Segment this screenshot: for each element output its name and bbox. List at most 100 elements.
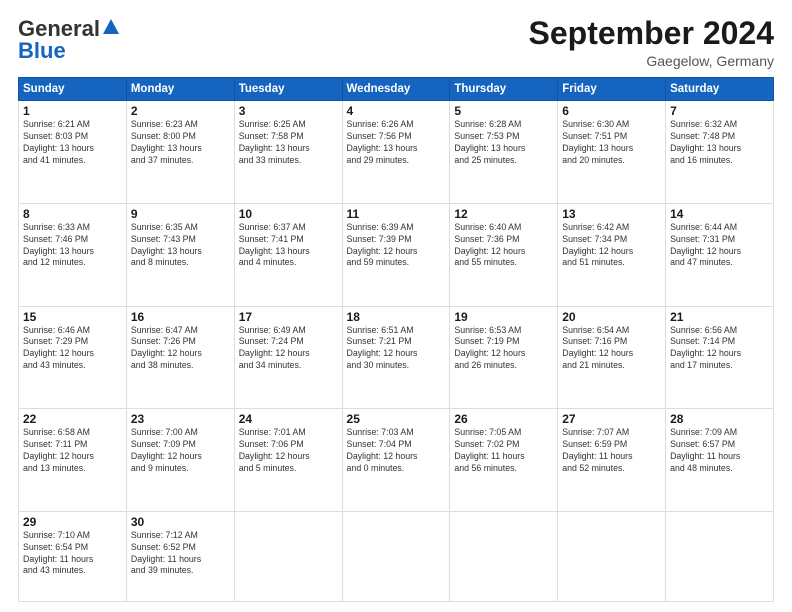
cell-info: Sunrise: 6:54 AMSunset: 7:16 PMDaylight:… <box>562 325 661 373</box>
day-number: 22 <box>23 412 122 426</box>
calendar-cell: 14Sunrise: 6:44 AMSunset: 7:31 PMDayligh… <box>666 203 774 306</box>
calendar-week-row: 8Sunrise: 6:33 AMSunset: 7:46 PMDaylight… <box>19 203 774 306</box>
cell-info: Sunrise: 7:00 AMSunset: 7:09 PMDaylight:… <box>131 427 230 475</box>
calendar-cell: 4Sunrise: 6:26 AMSunset: 7:56 PMDaylight… <box>342 101 450 204</box>
cell-info: Sunrise: 6:23 AMSunset: 8:00 PMDaylight:… <box>131 119 230 167</box>
day-number: 3 <box>239 104 338 118</box>
col-header-saturday: Saturday <box>666 78 774 101</box>
calendar-cell: 5Sunrise: 6:28 AMSunset: 7:53 PMDaylight… <box>450 101 558 204</box>
calendar-cell: 2Sunrise: 6:23 AMSunset: 8:00 PMDaylight… <box>126 101 234 204</box>
calendar-cell: 18Sunrise: 6:51 AMSunset: 7:21 PMDayligh… <box>342 306 450 409</box>
day-number: 1 <box>23 104 122 118</box>
logo: General Blue <box>18 16 121 64</box>
day-number: 17 <box>239 310 338 324</box>
cell-info: Sunrise: 7:12 AMSunset: 6:52 PMDaylight:… <box>131 530 230 578</box>
calendar-cell <box>342 511 450 601</box>
calendar-week-row: 1Sunrise: 6:21 AMSunset: 8:03 PMDaylight… <box>19 101 774 204</box>
header: General Blue September 2024 Gaegelow, Ge… <box>18 16 774 69</box>
calendar-table: SundayMondayTuesdayWednesdayThursdayFrid… <box>18 77 774 602</box>
day-number: 30 <box>131 515 230 529</box>
cell-info: Sunrise: 7:03 AMSunset: 7:04 PMDaylight:… <box>347 427 446 475</box>
page: General Blue September 2024 Gaegelow, Ge… <box>0 0 792 612</box>
cell-info: Sunrise: 6:28 AMSunset: 7:53 PMDaylight:… <box>454 119 553 167</box>
day-number: 5 <box>454 104 553 118</box>
cell-info: Sunrise: 6:42 AMSunset: 7:34 PMDaylight:… <box>562 222 661 270</box>
day-number: 21 <box>670 310 769 324</box>
calendar-cell: 19Sunrise: 6:53 AMSunset: 7:19 PMDayligh… <box>450 306 558 409</box>
cell-info: Sunrise: 6:51 AMSunset: 7:21 PMDaylight:… <box>347 325 446 373</box>
cell-info: Sunrise: 7:07 AMSunset: 6:59 PMDaylight:… <box>562 427 661 475</box>
cell-info: Sunrise: 6:44 AMSunset: 7:31 PMDaylight:… <box>670 222 769 270</box>
calendar-cell: 8Sunrise: 6:33 AMSunset: 7:46 PMDaylight… <box>19 203 127 306</box>
calendar-cell <box>666 511 774 601</box>
day-number: 29 <box>23 515 122 529</box>
calendar-cell: 28Sunrise: 7:09 AMSunset: 6:57 PMDayligh… <box>666 409 774 512</box>
calendar-cell: 26Sunrise: 7:05 AMSunset: 7:02 PMDayligh… <box>450 409 558 512</box>
day-number: 27 <box>562 412 661 426</box>
cell-info: Sunrise: 6:40 AMSunset: 7:36 PMDaylight:… <box>454 222 553 270</box>
calendar-cell: 16Sunrise: 6:47 AMSunset: 7:26 PMDayligh… <box>126 306 234 409</box>
calendar-cell: 30Sunrise: 7:12 AMSunset: 6:52 PMDayligh… <box>126 511 234 601</box>
day-number: 7 <box>670 104 769 118</box>
cell-info: Sunrise: 6:33 AMSunset: 7:46 PMDaylight:… <box>23 222 122 270</box>
calendar-cell: 3Sunrise: 6:25 AMSunset: 7:58 PMDaylight… <box>234 101 342 204</box>
location: Gaegelow, Germany <box>529 53 774 69</box>
day-number: 16 <box>131 310 230 324</box>
cell-info: Sunrise: 6:21 AMSunset: 8:03 PMDaylight:… <box>23 119 122 167</box>
cell-info: Sunrise: 6:37 AMSunset: 7:41 PMDaylight:… <box>239 222 338 270</box>
calendar-cell <box>558 511 666 601</box>
logo-blue: Blue <box>18 38 66 64</box>
col-header-wednesday: Wednesday <box>342 78 450 101</box>
calendar-cell: 15Sunrise: 6:46 AMSunset: 7:29 PMDayligh… <box>19 306 127 409</box>
day-number: 26 <box>454 412 553 426</box>
calendar-week-row: 29Sunrise: 7:10 AMSunset: 6:54 PMDayligh… <box>19 511 774 601</box>
cell-info: Sunrise: 6:49 AMSunset: 7:24 PMDaylight:… <box>239 325 338 373</box>
calendar-cell: 10Sunrise: 6:37 AMSunset: 7:41 PMDayligh… <box>234 203 342 306</box>
calendar-cell: 25Sunrise: 7:03 AMSunset: 7:04 PMDayligh… <box>342 409 450 512</box>
day-number: 15 <box>23 310 122 324</box>
day-number: 23 <box>131 412 230 426</box>
calendar-cell: 21Sunrise: 6:56 AMSunset: 7:14 PMDayligh… <box>666 306 774 409</box>
cell-info: Sunrise: 6:25 AMSunset: 7:58 PMDaylight:… <box>239 119 338 167</box>
cell-info: Sunrise: 6:35 AMSunset: 7:43 PMDaylight:… <box>131 222 230 270</box>
day-number: 24 <box>239 412 338 426</box>
day-number: 6 <box>562 104 661 118</box>
day-number: 10 <box>239 207 338 221</box>
calendar-cell: 17Sunrise: 6:49 AMSunset: 7:24 PMDayligh… <box>234 306 342 409</box>
day-number: 11 <box>347 207 446 221</box>
calendar-cell <box>450 511 558 601</box>
cell-info: Sunrise: 6:30 AMSunset: 7:51 PMDaylight:… <box>562 119 661 167</box>
cell-info: Sunrise: 7:10 AMSunset: 6:54 PMDaylight:… <box>23 530 122 578</box>
col-header-tuesday: Tuesday <box>234 78 342 101</box>
day-number: 18 <box>347 310 446 324</box>
cell-info: Sunrise: 7:01 AMSunset: 7:06 PMDaylight:… <box>239 427 338 475</box>
calendar-header-row: SundayMondayTuesdayWednesdayThursdayFrid… <box>19 78 774 101</box>
day-number: 4 <box>347 104 446 118</box>
cell-info: Sunrise: 6:32 AMSunset: 7:48 PMDaylight:… <box>670 119 769 167</box>
calendar-cell: 1Sunrise: 6:21 AMSunset: 8:03 PMDaylight… <box>19 101 127 204</box>
cell-info: Sunrise: 6:39 AMSunset: 7:39 PMDaylight:… <box>347 222 446 270</box>
calendar-cell: 12Sunrise: 6:40 AMSunset: 7:36 PMDayligh… <box>450 203 558 306</box>
calendar-cell: 11Sunrise: 6:39 AMSunset: 7:39 PMDayligh… <box>342 203 450 306</box>
day-number: 8 <box>23 207 122 221</box>
cell-info: Sunrise: 6:58 AMSunset: 7:11 PMDaylight:… <box>23 427 122 475</box>
day-number: 20 <box>562 310 661 324</box>
calendar-cell: 29Sunrise: 7:10 AMSunset: 6:54 PMDayligh… <box>19 511 127 601</box>
day-number: 14 <box>670 207 769 221</box>
day-number: 2 <box>131 104 230 118</box>
day-number: 19 <box>454 310 553 324</box>
calendar-week-row: 15Sunrise: 6:46 AMSunset: 7:29 PMDayligh… <box>19 306 774 409</box>
calendar-cell: 23Sunrise: 7:00 AMSunset: 7:09 PMDayligh… <box>126 409 234 512</box>
cell-info: Sunrise: 6:26 AMSunset: 7:56 PMDaylight:… <box>347 119 446 167</box>
cell-info: Sunrise: 6:47 AMSunset: 7:26 PMDaylight:… <box>131 325 230 373</box>
cell-info: Sunrise: 6:46 AMSunset: 7:29 PMDaylight:… <box>23 325 122 373</box>
calendar-cell <box>234 511 342 601</box>
day-number: 12 <box>454 207 553 221</box>
calendar-cell: 9Sunrise: 6:35 AMSunset: 7:43 PMDaylight… <box>126 203 234 306</box>
day-number: 28 <box>670 412 769 426</box>
col-header-monday: Monday <box>126 78 234 101</box>
calendar-week-row: 22Sunrise: 6:58 AMSunset: 7:11 PMDayligh… <box>19 409 774 512</box>
col-header-friday: Friday <box>558 78 666 101</box>
day-number: 25 <box>347 412 446 426</box>
cell-info: Sunrise: 7:05 AMSunset: 7:02 PMDaylight:… <box>454 427 553 475</box>
